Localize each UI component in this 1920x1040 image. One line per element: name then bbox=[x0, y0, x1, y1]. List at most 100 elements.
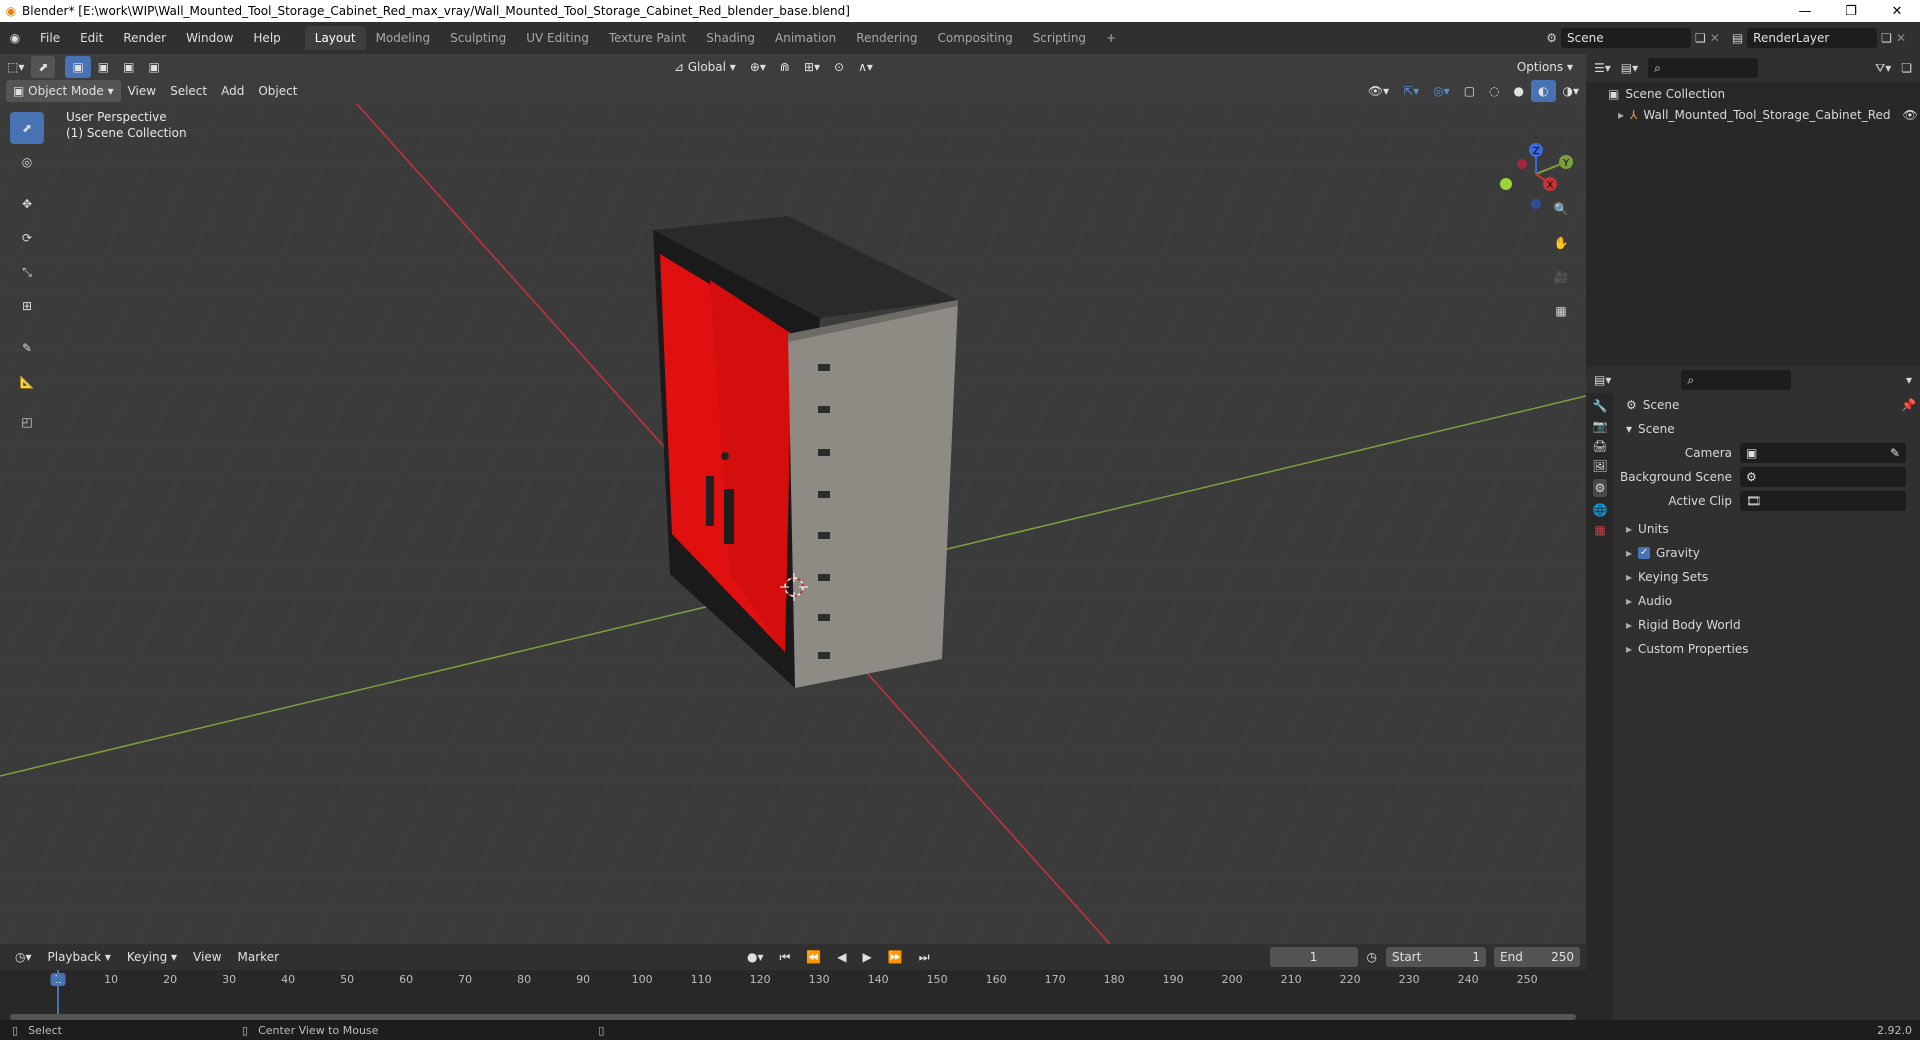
scene-tab-icon[interactable]: ⚙ bbox=[1592, 479, 1608, 497]
transform-icon[interactable]: ⊞ bbox=[10, 290, 44, 322]
view-layer-tab-icon[interactable]: 🖼 bbox=[1592, 459, 1607, 473]
new-collection-icon[interactable]: ❏ bbox=[1901, 61, 1912, 75]
clock-icon[interactable]: ◷ bbox=[1360, 946, 1384, 968]
menu-help[interactable]: Help bbox=[243, 27, 290, 49]
panel-audio[interactable]: ▸ Audio bbox=[1620, 589, 1916, 613]
timeline-editor-icon[interactable]: ◷▾ bbox=[8, 946, 39, 968]
options-dropdown[interactable]: Options ▾ bbox=[1509, 56, 1580, 78]
prev-keyframe-icon[interactable]: ⏪ bbox=[799, 946, 828, 968]
playhead[interactable] bbox=[57, 970, 59, 1014]
add-workspace-button[interactable]: + bbox=[1096, 26, 1126, 50]
render-layer-selector[interactable]: RenderLayer bbox=[1747, 28, 1878, 48]
outliner-row-object[interactable]: ▸ ⅄ Wall_Mounted_Tool_Storage_Cabinet_Re… bbox=[1586, 102, 1920, 124]
select-box-icon[interactable]: ⬈ bbox=[10, 112, 44, 144]
jump-end-icon[interactable]: ⏭ bbox=[912, 946, 937, 968]
select-mode-intersect-icon[interactable]: ▣ bbox=[141, 56, 166, 78]
outliner-row-scene-collection[interactable]: ▣ Scene Collection bbox=[1586, 82, 1920, 102]
tab-scripting[interactable]: Scripting bbox=[1023, 26, 1096, 50]
eye-visibility-icon[interactable]: 👁 bbox=[1903, 108, 1918, 122]
render-tab-icon[interactable]: 📷 bbox=[1593, 419, 1608, 433]
transform-orientation-dropdown[interactable]: ⊿ Global ▾ bbox=[667, 56, 743, 78]
outliner-editor-icon[interactable]: ☰▾ bbox=[1594, 61, 1611, 75]
panel-gravity[interactable]: ▸ ✓ Gravity bbox=[1620, 541, 1916, 565]
zoom-icon[interactable]: 🔍 bbox=[1548, 196, 1574, 222]
tab-sculpting[interactable]: Sculpting bbox=[440, 26, 516, 50]
snap-icon[interactable]: ⋒ bbox=[773, 56, 797, 78]
menu-marker[interactable]: Marker bbox=[231, 946, 286, 968]
cursor-icon[interactable]: ◎ bbox=[10, 146, 44, 178]
select-mode-extend-icon[interactable]: ▣ bbox=[91, 56, 116, 78]
editor-type-icon[interactable]: ⬚▾ bbox=[0, 56, 31, 78]
menu-playback[interactable]: Playback ▾ bbox=[41, 946, 118, 968]
xray-icon[interactable]: ▢ bbox=[1457, 80, 1482, 102]
new-layer-icon[interactable]: ❏ bbox=[1881, 31, 1892, 45]
properties-editor-icon[interactable]: ▤▾ bbox=[1594, 373, 1611, 387]
shading-solid-icon[interactable]: ● bbox=[1507, 80, 1531, 102]
tool-tab-icon[interactable]: 🔧 bbox=[1593, 399, 1608, 413]
tab-animation[interactable]: Animation bbox=[765, 26, 846, 50]
new-scene-icon[interactable]: ❏ bbox=[1695, 31, 1706, 45]
eyedropper-icon[interactable]: ✎ bbox=[1890, 446, 1900, 460]
play-reverse-icon[interactable]: ◀ bbox=[830, 946, 853, 968]
jump-start-icon[interactable]: ⏮ bbox=[773, 946, 798, 968]
scene-selector[interactable]: Scene bbox=[1561, 28, 1691, 48]
shading-wireframe-icon[interactable]: ◌ bbox=[1482, 80, 1506, 102]
restore-button[interactable]: ❐ bbox=[1828, 0, 1874, 22]
tab-compositing[interactable]: Compositing bbox=[927, 26, 1022, 50]
play-icon[interactable]: ▶ bbox=[856, 946, 879, 968]
proportional-edit-icon[interactable]: ⊙ bbox=[827, 56, 851, 78]
menu-render[interactable]: Render bbox=[113, 27, 176, 49]
visibility-icon[interactable]: 👁▾ bbox=[1361, 80, 1396, 102]
gizmo-toggle-icon[interactable]: ⇱▾ bbox=[1396, 80, 1426, 102]
shading-material-icon[interactable]: ◐ bbox=[1531, 80, 1556, 102]
panel-units[interactable]: ▸ Units bbox=[1620, 517, 1916, 541]
gravity-checkbox[interactable]: ✓ bbox=[1638, 547, 1651, 559]
close-button[interactable]: ✕ bbox=[1874, 0, 1920, 22]
mode-dropdown[interactable]: ▣ Object Mode ▾ bbox=[6, 80, 121, 102]
menu-file[interactable]: File bbox=[30, 27, 70, 49]
menu-select[interactable]: Select bbox=[163, 80, 214, 102]
tab-uv-editing[interactable]: UV Editing bbox=[516, 26, 599, 50]
move-icon[interactable]: ✥ bbox=[10, 188, 44, 220]
ortho-grid-icon[interactable]: ▦ bbox=[1548, 298, 1574, 324]
properties-search-input[interactable]: ⌕ bbox=[1681, 370, 1792, 390]
delete-scene-icon[interactable]: ✕ bbox=[1710, 31, 1720, 45]
select-mode-new-icon[interactable]: ▣ bbox=[65, 56, 91, 78]
current-frame-field[interactable]: 1 bbox=[1269, 947, 1358, 967]
scene-panel-header[interactable]: ▾ Scene bbox=[1620, 417, 1916, 441]
render-layer-icon[interactable]: ▤ bbox=[1732, 31, 1743, 45]
panel-custom-properties[interactable]: ▸ Custom Properties bbox=[1620, 637, 1916, 661]
snap-target-icon[interactable]: ⊞▾ bbox=[797, 56, 827, 78]
blender-menu-icon[interactable]: ◉ bbox=[0, 27, 30, 49]
tab-rendering[interactable]: Rendering bbox=[846, 26, 927, 50]
overlay-toggle-icon[interactable]: ◎▾ bbox=[1426, 80, 1457, 102]
camera-field[interactable]: ▣ ✎ bbox=[1740, 443, 1906, 463]
world-tab-icon[interactable]: 🌐 bbox=[1593, 503, 1608, 517]
menu-keying[interactable]: Keying ▾ bbox=[120, 946, 184, 968]
menu-view[interactable]: View bbox=[121, 80, 163, 102]
scale-icon[interactable]: ⤡ bbox=[10, 256, 44, 288]
chevron-down-icon[interactable]: ▾ bbox=[1906, 373, 1912, 387]
panel-rigid-body-world[interactable]: ▸ Rigid Body World bbox=[1620, 613, 1916, 637]
3d-viewport[interactable]: Z Y X User Perspective (1) Scene Collect… bbox=[0, 104, 1586, 944]
menu-object[interactable]: Object bbox=[251, 80, 304, 102]
menu-window[interactable]: Window bbox=[176, 27, 243, 49]
filter-icon[interactable]: ⛛▾ bbox=[1875, 61, 1891, 76]
pan-hand-icon[interactable]: ✋ bbox=[1548, 230, 1574, 256]
add-cube-icon[interactable]: ◰ bbox=[10, 406, 44, 438]
select-mode-subtract-icon[interactable]: ▣ bbox=[116, 56, 141, 78]
timeline-ruler[interactable]: 1102030405060708090100110120130140150160… bbox=[0, 970, 1586, 1026]
panel-keying-sets[interactable]: ▸ Keying Sets bbox=[1620, 565, 1916, 589]
scene-icon[interactable]: ⚙ bbox=[1546, 31, 1557, 45]
select-tool-icon[interactable]: ⬈ bbox=[31, 56, 56, 78]
record-icon[interactable]: ●▾ bbox=[740, 946, 771, 968]
start-frame-field[interactable]: Start 1 bbox=[1386, 947, 1486, 967]
falloff-icon[interactable]: ∧▾ bbox=[851, 56, 880, 78]
display-mode-icon[interactable]: ▤▾ bbox=[1621, 61, 1638, 75]
tab-texture-paint[interactable]: Texture Paint bbox=[599, 26, 696, 50]
tab-shading[interactable]: Shading bbox=[696, 26, 765, 50]
shading-rendered-icon[interactable]: ◑▾ bbox=[1556, 80, 1587, 102]
measure-icon[interactable]: 📐 bbox=[10, 366, 44, 398]
texture-tab-icon[interactable]: ▦ bbox=[1594, 523, 1605, 537]
menu-edit[interactable]: Edit bbox=[70, 27, 113, 49]
